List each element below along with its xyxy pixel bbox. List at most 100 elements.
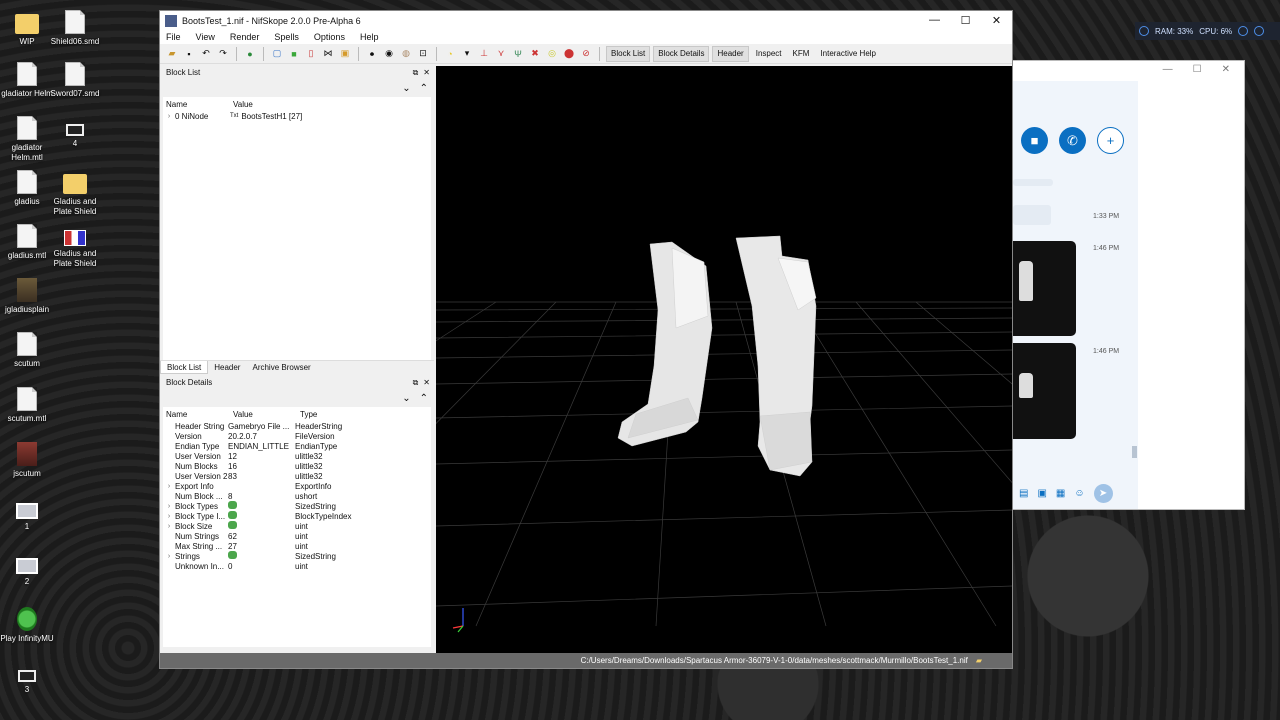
desktop-icon[interactable]: gladius.mtl [0, 224, 54, 261]
emoji-message-icon[interactable]: ▣ [1037, 488, 1046, 499]
textured-cube-icon[interactable]: ▣ [338, 47, 352, 61]
send-button[interactable]: ➤ [1093, 483, 1113, 503]
details-row[interactable]: Header String Gamebryo File ... HeaderStri… [163, 421, 431, 431]
image-message[interactable] [1013, 241, 1076, 336]
skeleton-icon[interactable]: Ψ [511, 47, 525, 61]
collapse-all-icon[interactable]: ⌃ [420, 393, 428, 404]
green-box-icon[interactable]: ■ [287, 47, 301, 61]
details-row[interactable]: › Block Type I... BlockTypeIndex [163, 511, 431, 521]
redo-icon[interactable]: ↷ [216, 47, 230, 61]
undock-icon[interactable]: ⧉ [413, 378, 419, 388]
menu-help[interactable]: Help [360, 32, 379, 42]
audio-call-button[interactable]: ✆ [1059, 127, 1086, 154]
details-row[interactable]: Num Blocks 16 ulittle32 [163, 461, 431, 471]
menu-options[interactable]: Options [314, 32, 345, 42]
hidden-eye-icon[interactable]: ◍ [399, 47, 413, 61]
desktop-icon[interactable]: gladiator Helm.mtl [0, 116, 54, 163]
emoji-icon[interactable]: ☺ [1074, 488, 1084, 499]
bone-icon[interactable]: ✖ [528, 47, 542, 61]
tree-row[interactable]: › 0 NiNode Txt BootsTestH1 [27] [163, 111, 431, 121]
marker-icon[interactable]: ⬤ [562, 47, 576, 61]
red-panel-icon[interactable]: ▯ [304, 47, 318, 61]
undo-icon[interactable]: ↶ [199, 47, 213, 61]
menu-render[interactable]: Render [230, 32, 260, 42]
window-icon[interactable]: ▢ [270, 47, 284, 61]
column-value[interactable]: Value [233, 410, 300, 419]
chat-maximize-button[interactable]: ☐ [1193, 64, 1202, 81]
chevron-right-icon[interactable]: › [163, 503, 175, 510]
column-name[interactable]: Name [166, 100, 233, 109]
chevron-right-icon[interactable]: › [163, 113, 175, 120]
menu-view[interactable]: View [196, 32, 215, 42]
tab-block-list[interactable]: Block List [160, 361, 209, 374]
collision-icon[interactable]: ◎ [545, 47, 559, 61]
details-row[interactable]: User Version 2 83 ulittle32 [163, 471, 431, 481]
screenshot-icon[interactable]: ⊡ [416, 47, 430, 61]
desktop-icon[interactable]: scutum [0, 332, 54, 369]
details-row[interactable]: › Strings SizedString [163, 551, 431, 561]
column-name[interactable]: Name [166, 410, 233, 419]
desktop-icon[interactable]: Gladius and Plate Shield [48, 170, 102, 217]
undock-icon[interactable]: ⧉ [413, 68, 419, 78]
desktop-icon[interactable]: Gladius and Plate Shield [48, 224, 102, 269]
chevron-right-icon[interactable]: › [163, 513, 175, 520]
chevron-right-icon[interactable]: › [163, 523, 175, 530]
contact-card-icon[interactable]: ▦ [1056, 488, 1065, 499]
details-row[interactable]: Num Block ... 8 ushort [163, 491, 431, 501]
constraint-icon[interactable]: ⊘ [579, 47, 593, 61]
power-icon[interactable] [1254, 26, 1265, 36]
desktop-icon[interactable]: Shield06.smd [48, 10, 102, 47]
desktop-icon[interactable]: gladius [0, 170, 54, 207]
desktop-icon[interactable]: gladiator Helm [0, 62, 54, 99]
close-button[interactable]: ✕ [981, 14, 1012, 27]
desktop-icon[interactable]: WIP [0, 10, 54, 47]
file-icon[interactable]: ▤ [1019, 488, 1028, 499]
desktop-icon[interactable]: Play InfinityMU [0, 607, 54, 644]
toolbar-interactive-help[interactable]: Interactive Help [816, 46, 880, 62]
eye-icon[interactable]: ◉ [382, 47, 396, 61]
chevron-right-icon[interactable]: › [163, 553, 175, 560]
details-row[interactable]: Version 20.2.0.7 FileVersion [163, 431, 431, 441]
globe-icon[interactable]: ● [243, 47, 257, 61]
details-row[interactable]: User Version 12 ulittle32 [163, 451, 431, 461]
tab-header[interactable]: Header [208, 361, 246, 374]
desktop-icon[interactable]: scutum.mtl [0, 387, 54, 424]
details-row[interactable]: Num Strings 62 uint [163, 531, 431, 541]
chevron-down-icon[interactable]: ▾ [460, 47, 474, 61]
desktop-icon[interactable]: 4 [48, 116, 102, 149]
column-value[interactable]: Value [233, 100, 253, 109]
details-row[interactable]: Unknown In... 0 uint [163, 561, 431, 571]
open-folder-icon[interactable]: ▰ [165, 47, 179, 61]
render-viewport[interactable] [436, 66, 1012, 654]
chevron-right-icon[interactable]: › [163, 483, 175, 490]
expand-all-icon[interactable]: ⌄ [402, 83, 410, 94]
details-row[interactable]: Max String ... 27 uint [163, 541, 431, 551]
toolbar-block-details[interactable]: Block Details [653, 45, 710, 62]
details-row[interactable]: › Block Types SizedString [163, 501, 431, 511]
close-icon[interactable]: ✕ [423, 378, 430, 388]
settings-icon[interactable] [1238, 26, 1249, 36]
video-call-button[interactable]: ■ [1021, 127, 1048, 154]
details-row[interactable]: › Export Info ExportInfo [163, 481, 431, 491]
chat-minimize-button[interactable]: — [1163, 64, 1173, 81]
details-row[interactable]: Endian Type ENDIAN_LITTLE EndianType [163, 441, 431, 451]
desktop-icon[interactable]: jgladiusplain [0, 278, 54, 315]
add-people-button[interactable]: + [1097, 127, 1124, 154]
image-message[interactable] [1013, 343, 1076, 439]
folder-icon[interactable]: ▰ [976, 656, 982, 665]
desktop-icon[interactable]: Sword07.smd [48, 62, 102, 99]
desktop-icon[interactable]: 1 [0, 497, 54, 532]
menu-file[interactable]: File [166, 32, 181, 42]
menu-spells[interactable]: Spells [274, 32, 299, 42]
toolbar-header[interactable]: Header [712, 45, 749, 62]
tab-archive-browser[interactable]: Archive Browser [246, 361, 316, 374]
desktop-icon[interactable]: 2 [0, 552, 54, 587]
save-icon[interactable]: ▪ [182, 47, 196, 61]
maximize-button[interactable]: ☐ [950, 14, 981, 27]
vertex-icon[interactable]: ⦁ [365, 47, 379, 61]
lightbulb-icon[interactable]: ◔ [443, 47, 457, 61]
collapse-all-icon[interactable]: ⌃ [420, 83, 428, 94]
wireframe-icon[interactable]: ⋈ [321, 47, 335, 61]
details-row[interactable]: › Block Size uint [163, 521, 431, 531]
close-icon[interactable]: ✕ [423, 68, 430, 78]
